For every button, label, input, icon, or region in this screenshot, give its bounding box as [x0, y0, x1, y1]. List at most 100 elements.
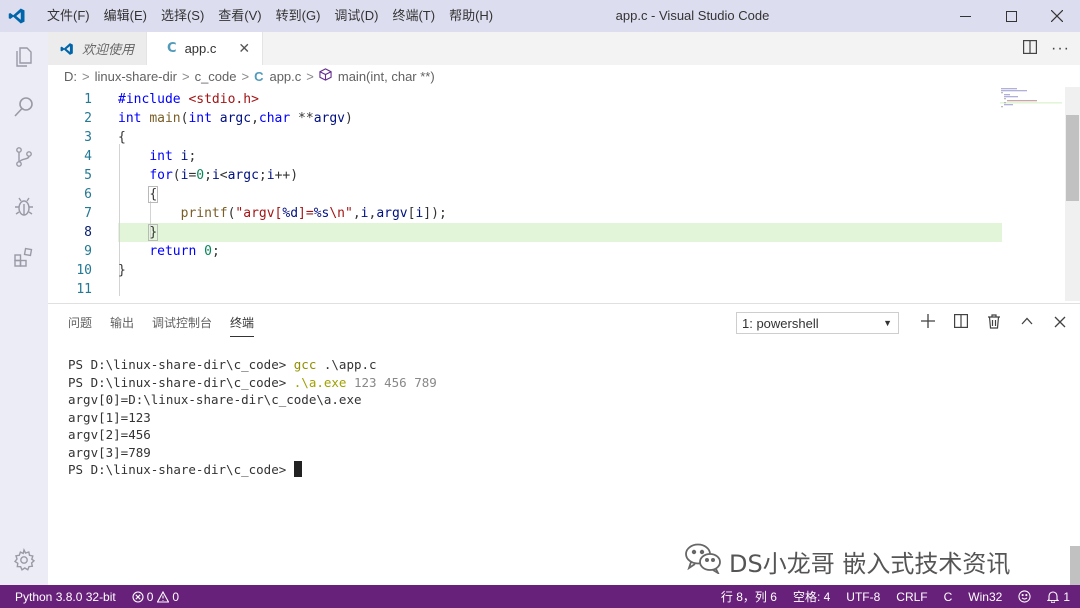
breadcrumb-drive[interactable]: D: — [64, 69, 77, 84]
line-number: 7 — [84, 206, 92, 221]
code-line: 1 #include <stdio.h> — [48, 90, 1065, 109]
terminal-cursor — [293, 461, 302, 477]
menu-file[interactable]: 文件(F) — [40, 0, 97, 32]
status-problems[interactable]: 0 0 — [132, 590, 195, 604]
code-text: printf("argv[%d]=%s\n",i,argv[i]); — [180, 206, 447, 221]
line-number: 4 — [84, 149, 92, 164]
code-line: 5 for(i=0;i<argc;i++) — [48, 166, 1065, 185]
code-text: int i; — [149, 149, 197, 164]
close-panel-icon[interactable] — [1043, 315, 1076, 332]
menu-go[interactable]: 转到(G) — [269, 0, 328, 32]
status-eol[interactable]: CRLF — [896, 590, 927, 604]
terminal-output[interactable]: PS D:\linux-share-dir\c_code> gcc .\app.… — [68, 356, 437, 479]
terminal-select[interactable]: 1: powershell ▼ — [736, 312, 899, 334]
breadcrumb-symbol[interactable]: main(int, char **) — [338, 69, 435, 84]
maximize-button[interactable] — [988, 0, 1034, 32]
code-text: { — [148, 186, 159, 203]
status-python-interpreter[interactable]: Python 3.8.0 32-bit — [15, 590, 116, 604]
menu-terminal[interactable]: 终端(T) — [385, 0, 442, 32]
line-number: 11 — [76, 282, 92, 297]
extensions-icon[interactable] — [0, 232, 48, 282]
code-line: 2 int main(int argc,char **argv) — [48, 109, 1065, 128]
tab-app-c[interactable]: C app.c ✕ — [147, 32, 264, 65]
tab-output[interactable]: 输出 — [110, 314, 134, 337]
tab-problems[interactable]: 问题 — [68, 314, 92, 337]
terminal-line: argv[0]=D:\linux-share-dir\c_code\a.exe — [68, 392, 362, 407]
terminal-line: argv[1]=123 — [68, 409, 151, 425]
debug-icon[interactable] — [0, 182, 48, 232]
manage-gear-icon[interactable] — [0, 545, 48, 575]
code-line: 3 { — [48, 128, 1065, 147]
minimize-button[interactable] — [942, 0, 988, 32]
error-icon — [132, 590, 144, 603]
feedback-smiley-icon[interactable] — [1018, 590, 1031, 603]
tab-debug-console[interactable]: 调试控制台 — [152, 314, 212, 337]
close-tab-icon[interactable]: ✕ — [238, 40, 250, 57]
source-control-icon[interactable] — [0, 132, 48, 182]
new-terminal-icon[interactable] — [911, 314, 944, 332]
code-text: #include <stdio.h> — [118, 92, 259, 107]
breadcrumb-folder-share[interactable]: linux-share-dir — [95, 69, 177, 84]
panel-scrollbar-thumb[interactable] — [1070, 546, 1080, 586]
code-text: for(i=0;i<argc;i++) — [149, 168, 299, 183]
status-notifications[interactable]: 1 — [1047, 590, 1070, 604]
line-number: 8 — [84, 225, 92, 240]
breadcrumb-file[interactable]: app.c — [269, 69, 301, 84]
line-number: 3 — [84, 130, 92, 145]
editor-scrollbar[interactable] — [1065, 87, 1080, 301]
status-cursor-position[interactable]: 行 8，列 6 — [721, 588, 777, 605]
tab-welcome-label: 欢迎使用 — [82, 42, 135, 57]
maximize-panel-icon[interactable] — [1010, 314, 1043, 332]
line-number: 10 — [76, 263, 92, 278]
search-icon[interactable] — [0, 82, 48, 132]
activity-bar — [0, 32, 48, 585]
status-language[interactable]: C — [944, 590, 953, 604]
menu-view[interactable]: 查看(V) — [211, 0, 268, 32]
line-number: 2 — [84, 111, 92, 126]
trash-icon[interactable] — [977, 313, 1010, 333]
terminal-line: argv[3]=789 — [68, 444, 151, 460]
code-text: int main(int argc,char **argv) — [118, 111, 353, 126]
status-platform[interactable]: Win32 — [968, 590, 1002, 604]
breadcrumb-folder-code[interactable]: c_code — [195, 69, 237, 84]
code-line: 7 printf("argv[%d]=%s\n",i,argv[i]); — [48, 204, 1065, 223]
chevron-right-icon: > — [181, 68, 190, 84]
tab-terminal[interactable]: 终端 — [230, 314, 255, 337]
scrollbar-thumb[interactable] — [1066, 115, 1079, 201]
code-editor[interactable]: 1 #include <stdio.h> 2 int main(int argc… — [48, 87, 1065, 301]
code-line: 11 — [48, 280, 1065, 299]
menu-help[interactable]: 帮助(H) — [442, 0, 500, 32]
more-actions-icon[interactable]: ··· — [1051, 40, 1070, 58]
code-line: 4 int i; — [48, 147, 1065, 166]
terminal-line: argv[2]=456 — [68, 427, 151, 442]
terminal-select-value: 1: powershell — [742, 315, 819, 331]
c-file-icon: C — [254, 68, 264, 84]
watermark-text: DS小龙哥 嵌入式技术资讯 — [729, 549, 1011, 578]
menu-selection[interactable]: 选择(S) — [154, 0, 211, 32]
vscode-logo-icon — [0, 0, 34, 32]
status-encoding[interactable]: UTF-8 — [846, 590, 880, 604]
terminal-line: PS D:\linux-share-dir\c_code> gcc .\app.… — [68, 357, 377, 372]
explorer-icon[interactable] — [0, 32, 48, 82]
vscode-small-icon — [60, 42, 74, 56]
line-number: 9 — [84, 244, 92, 259]
split-editor-icon[interactable] — [1023, 40, 1038, 57]
watermark: DS小龙哥 嵌入式技术资讯 — [683, 542, 1010, 580]
editor-tab-bar: 欢迎使用 C app.c ✕ ··· — [48, 32, 1080, 65]
wechat-icon — [683, 542, 723, 580]
code-line: 9 return 0; — [48, 242, 1065, 261]
tab-welcome[interactable]: 欢迎使用 — [48, 32, 148, 65]
minimap[interactable] — [1000, 87, 1062, 127]
line-number: 5 — [84, 168, 92, 183]
close-window-button[interactable] — [1034, 0, 1080, 32]
chevron-right-icon: > — [82, 68, 90, 84]
c-file-icon: C — [167, 41, 177, 56]
menu-debug[interactable]: 调试(D) — [327, 0, 385, 32]
terminal-line: PS D:\linux-share-dir\c_code> .\a.exe 12… — [68, 374, 437, 390]
code-line: 10 } — [48, 261, 1065, 280]
menu-edit[interactable]: 编辑(E) — [97, 0, 154, 32]
status-indentation[interactable]: 空格: 4 — [793, 588, 830, 605]
terminal-line: PS D:\linux-share-dir\c_code> — [68, 461, 437, 479]
dropdown-arrow-icon: ▼ — [883, 318, 892, 328]
split-terminal-icon[interactable] — [944, 314, 977, 332]
